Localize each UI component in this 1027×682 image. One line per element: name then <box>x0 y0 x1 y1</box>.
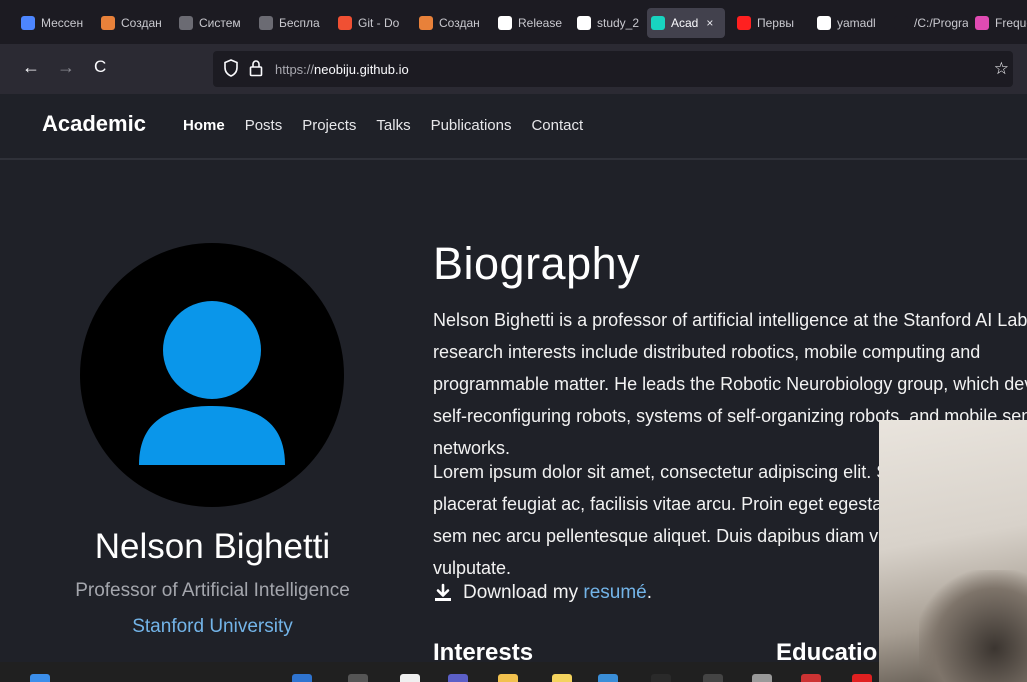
back-button[interactable]: ← <box>22 58 40 76</box>
browser-tab[interactable]: study_2 <box>573 8 643 38</box>
tab-label: Первы <box>757 16 794 30</box>
avatar-person-icon <box>80 243 344 507</box>
tab-favicon-icon <box>498 16 512 30</box>
browser-tab[interactable]: yamadl <box>813 8 887 38</box>
download-text: Download my <box>463 582 579 603</box>
tab-favicon-icon <box>419 16 433 30</box>
browser-tab[interactable]: Систем <box>175 8 251 38</box>
tab-label: Беспла <box>279 16 320 30</box>
download-resume: Download my resumé. <box>433 582 652 604</box>
main-menu: Home Posts Projects Talks Publications C… <box>183 117 603 134</box>
tab-label: Мессен <box>41 16 84 30</box>
url-scheme: https:// <box>275 62 315 77</box>
taskbar-app-red-icon[interactable] <box>852 674 872 682</box>
os-taskbar <box>0 662 879 682</box>
browser-tab[interactable]: Git - Do <box>334 8 410 38</box>
url-text[interactable]: https://neobiju.github.io <box>275 62 409 77</box>
taskbar-app-dark-icon[interactable] <box>703 674 723 682</box>
address-bar[interactable]: https://neobiju.github.io ☆ <box>213 51 1013 87</box>
browser-tab[interactable]: Release <box>494 8 568 38</box>
browser-tab[interactable]: /C:/Progran <box>890 8 968 38</box>
menu-posts[interactable]: Posts <box>245 117 283 134</box>
taskbar-folder-icon[interactable] <box>498 674 518 682</box>
tab-label: Систем <box>199 16 241 30</box>
download-icon <box>435 583 451 601</box>
tab-label: /C:/Progran <box>914 16 968 30</box>
tab-favicon-icon <box>101 16 115 30</box>
menu-talks[interactable]: Talks <box>376 117 410 134</box>
tab-favicon-icon <box>737 16 751 30</box>
tab-favicon-icon <box>975 16 989 30</box>
lock-icon[interactable] <box>249 59 263 82</box>
taskbar-monitor-icon[interactable] <box>651 674 671 682</box>
menu-projects[interactable]: Projects <box>302 117 356 134</box>
tab-favicon-icon <box>179 16 193 30</box>
forward-button[interactable]: → <box>57 58 75 76</box>
site-brand[interactable]: Academic <box>42 111 146 137</box>
taskbar-task-view-icon[interactable] <box>400 674 420 682</box>
taskbar-chrome-icon[interactable] <box>448 674 468 682</box>
browser-tab[interactable]: Создан <box>97 8 171 38</box>
tab-label: Freque <box>995 16 1027 30</box>
download-period: . <box>646 582 653 603</box>
taskbar-editor-icon[interactable] <box>552 674 572 682</box>
webcam-overlay <box>879 420 1027 682</box>
tab-favicon-icon <box>21 16 35 30</box>
tab-label: Создан <box>439 16 480 30</box>
bookmark-star-icon[interactable]: ☆ <box>994 59 1009 79</box>
browser-tab[interactable]: Беспла <box>255 8 329 38</box>
biography-heading: Biography <box>433 238 641 289</box>
tab-favicon-icon <box>817 16 831 30</box>
tab-favicon-icon <box>259 16 273 30</box>
avatar <box>80 243 344 512</box>
tab-favicon-icon <box>338 16 352 30</box>
reload-button[interactable]: C <box>94 58 106 76</box>
tab-close-icon[interactable]: × <box>706 16 713 30</box>
taskbar-app-grey-icon[interactable] <box>752 674 772 682</box>
taskbar-search-icon[interactable] <box>348 674 368 682</box>
menu-contact[interactable]: Contact <box>531 117 583 134</box>
menu-home[interactable]: Home <box>183 117 225 134</box>
shield-icon[interactable] <box>223 59 239 82</box>
tab-label: Git - Do <box>358 16 400 30</box>
browser-toolbar: ← → C https://neobiju.github.io ☆ <box>0 44 1027 94</box>
url-host: neobiju.github.io <box>314 62 409 77</box>
tab-favicon-icon <box>577 16 591 30</box>
tab-label: Release <box>518 16 563 30</box>
tab-favicon-icon <box>894 16 908 30</box>
tab-label: Создан <box>121 16 162 30</box>
browser-tab[interactable]: Мессен <box>17 8 93 38</box>
tab-favicon-icon <box>651 16 665 30</box>
menu-publications[interactable]: Publications <box>431 117 512 134</box>
site-navbar: Academic Home Posts Projects Talks Publi… <box>0 94 1027 160</box>
browser-tab[interactable]: Freque <box>971 8 1027 38</box>
person-role: Professor of Artificial Intelligence <box>75 580 350 601</box>
person-name: Nelson Bighetti <box>94 527 331 566</box>
person-organization-link[interactable]: Stanford University <box>0 616 425 638</box>
tab-label: Acad <box>671 16 699 30</box>
taskbar-mail-icon[interactable] <box>598 674 618 682</box>
tab-label: yamadl <box>837 16 876 30</box>
resume-link[interactable]: resumé <box>583 582 646 603</box>
taskbar-windows-icon[interactable] <box>30 674 50 682</box>
tab-label: study_2 <box>597 16 640 30</box>
taskbar-explorer-icon[interactable] <box>292 674 312 682</box>
browser-tab[interactable]: Acad × <box>647 8 725 38</box>
browser-tab[interactable]: Создан <box>415 8 489 38</box>
browser-tab[interactable]: Первы <box>733 8 809 38</box>
taskbar-pen-icon[interactable] <box>801 674 821 682</box>
